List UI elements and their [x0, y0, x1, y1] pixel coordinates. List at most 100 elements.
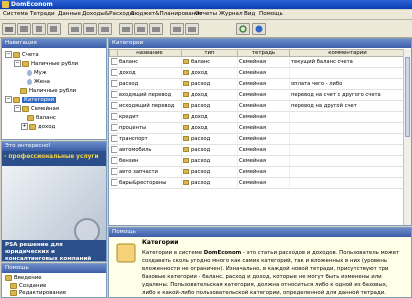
tree-item-categories[interactable]: − Категории — [5, 96, 57, 104]
menu-view[interactable]: Вид — [244, 10, 255, 19]
menu-data[interactable]: Данные — [58, 10, 81, 19]
column-header-select[interactable] — [109, 49, 118, 57]
paste-icon[interactable] — [47, 23, 61, 35]
tree-item-wife[interactable]: Жена — [27, 78, 50, 86]
cell-notebook: Семейная — [237, 111, 290, 123]
checkbox[interactable] — [110, 157, 117, 164]
menu-journal[interactable]: Журнал — [219, 10, 243, 19]
table-row[interactable]: исходящий перевод расход Семейная перевод н… — [109, 100, 406, 112]
table-row[interactable]: авто запчасти расход Семейная — [109, 166, 406, 178]
column-header-type[interactable]: тип — [181, 49, 238, 57]
book-icon — [10, 282, 17, 289]
folder-icon — [29, 123, 36, 130]
menu-reports[interactable]: Отчеты — [195, 10, 217, 19]
checkbox[interactable] — [110, 91, 117, 98]
tree-item-husband[interactable]: Муж — [27, 69, 47, 77]
table-row[interactable]: расход расход Семейная оплата чего - либо — [109, 78, 406, 90]
table-row[interactable]: кредит доход Семейная — [109, 111, 406, 123]
row-checkbox[interactable] — [109, 177, 118, 189]
collapse-toggle[interactable]: − — [5, 96, 12, 103]
filter-icon[interactable] — [170, 23, 184, 35]
help-icon[interactable] — [252, 23, 266, 35]
table-row[interactable]: баланс баланс Семейная текущий баланс счета — [109, 56, 406, 68]
cell-name: доход — [117, 67, 182, 79]
row-checkbox[interactable] — [109, 144, 118, 156]
collapse-toggle[interactable]: − — [5, 51, 12, 58]
table-row[interactable]: автомобиль расход Семейная — [109, 144, 406, 156]
checkbox[interactable] — [110, 80, 117, 87]
checkbox[interactable] — [110, 135, 117, 142]
tree-item-income[interactable]: + доход — [21, 123, 55, 131]
refresh-icon[interactable] — [236, 23, 250, 35]
tree-item-accounts[interactable]: − Счета — [5, 51, 39, 59]
menu-budget[interactable]: Бюджет&Планирование — [131, 10, 202, 19]
checkbox[interactable] — [110, 58, 117, 65]
table-row[interactable]: бары&рестораны расход Семейная — [109, 177, 406, 189]
checkbox[interactable] — [110, 113, 117, 120]
promo-headline: - профессиональные услуги — [4, 154, 99, 160]
row-checkbox[interactable] — [109, 111, 118, 123]
folder-icon — [183, 147, 189, 152]
table-row[interactable]: бензин расход Семейная — [109, 155, 406, 167]
checkbox[interactable] — [110, 146, 117, 153]
undo-icon[interactable] — [83, 23, 97, 35]
tree-item-balance[interactable]: баланс — [27, 114, 56, 122]
help-item-edit[interactable]: Редактирование — [10, 289, 66, 297]
collapse-toggle[interactable]: − — [14, 105, 21, 112]
column-header-comments[interactable]: комментарии — [289, 49, 406, 57]
column-header-name[interactable]: название — [117, 49, 182, 57]
checkbox[interactable] — [110, 102, 117, 109]
row-checkbox[interactable] — [109, 78, 118, 90]
cut-icon[interactable] — [68, 23, 82, 35]
table-row[interactable]: транспорт расход Семейная — [109, 133, 406, 145]
save-icon[interactable] — [17, 23, 31, 35]
row-checkbox[interactable] — [109, 67, 118, 79]
table-row[interactable]: входящий перевод доход Семейная перевод на … — [109, 89, 406, 101]
copy-icon[interactable] — [32, 23, 46, 35]
import-icon[interactable] — [149, 23, 163, 35]
cell-notebook: Семейная — [237, 89, 290, 101]
tree-item-cash-rubles[interactable]: − Наличные рубли — [14, 60, 78, 68]
table-scrollbar[interactable] — [403, 49, 411, 225]
checkbox[interactable] — [110, 124, 117, 131]
menu-income-expense[interactable]: Доходы&Расходы — [82, 10, 134, 19]
cell-type: баланс — [181, 56, 238, 68]
export-icon[interactable] — [134, 23, 148, 35]
book-icon — [10, 289, 17, 296]
row-checkbox[interactable] — [109, 133, 118, 145]
table-row[interactable]: доход доход Семейная — [109, 67, 406, 79]
checkbox[interactable] — [110, 69, 117, 76]
menu-notebooks[interactable]: Тетради — [30, 10, 55, 19]
cell-comment — [289, 144, 406, 156]
print-icon[interactable] — [119, 23, 133, 35]
tree-item-cash-rubles-2[interactable]: Наличные рубли — [20, 87, 76, 95]
person-icon — [27, 69, 32, 76]
cell-name: проценты — [117, 122, 182, 134]
collapse-toggle[interactable]: − — [14, 60, 21, 67]
checkbox[interactable] — [110, 179, 117, 186]
row-checkbox[interactable] — [109, 166, 118, 178]
row-checkbox[interactable] — [109, 89, 118, 101]
table-row[interactable]: проценты доход Семейная — [109, 122, 406, 134]
row-checkbox[interactable] — [109, 56, 118, 68]
open-icon[interactable] — [2, 23, 16, 35]
folder-icon — [183, 103, 189, 108]
cell-notebook: Семейная — [237, 133, 290, 145]
checkbox[interactable] — [110, 168, 117, 175]
row-checkbox[interactable] — [109, 155, 118, 167]
row-checkbox[interactable] — [109, 100, 118, 112]
column-header-notebook[interactable]: тетрадь — [237, 49, 290, 57]
folder-icon — [22, 60, 29, 67]
redo-icon[interactable] — [98, 23, 112, 35]
menu-help[interactable]: Помощь — [259, 10, 283, 19]
row-checkbox[interactable] — [109, 122, 118, 134]
scrollbar-thumb[interactable] — [405, 57, 410, 137]
help-title: Категории — [142, 239, 179, 246]
report-icon[interactable] — [185, 23, 199, 35]
menu-system[interactable]: Система — [3, 10, 28, 19]
promo-text[interactable]: PSA решение для юридических и консалтинг… — [2, 240, 106, 261]
help-item-intro[interactable]: Введение — [5, 274, 42, 282]
promo-image[interactable] — [2, 166, 106, 244]
expand-toggle[interactable]: + — [21, 123, 28, 130]
tree-item-family[interactable]: − Семейная — [14, 105, 59, 113]
